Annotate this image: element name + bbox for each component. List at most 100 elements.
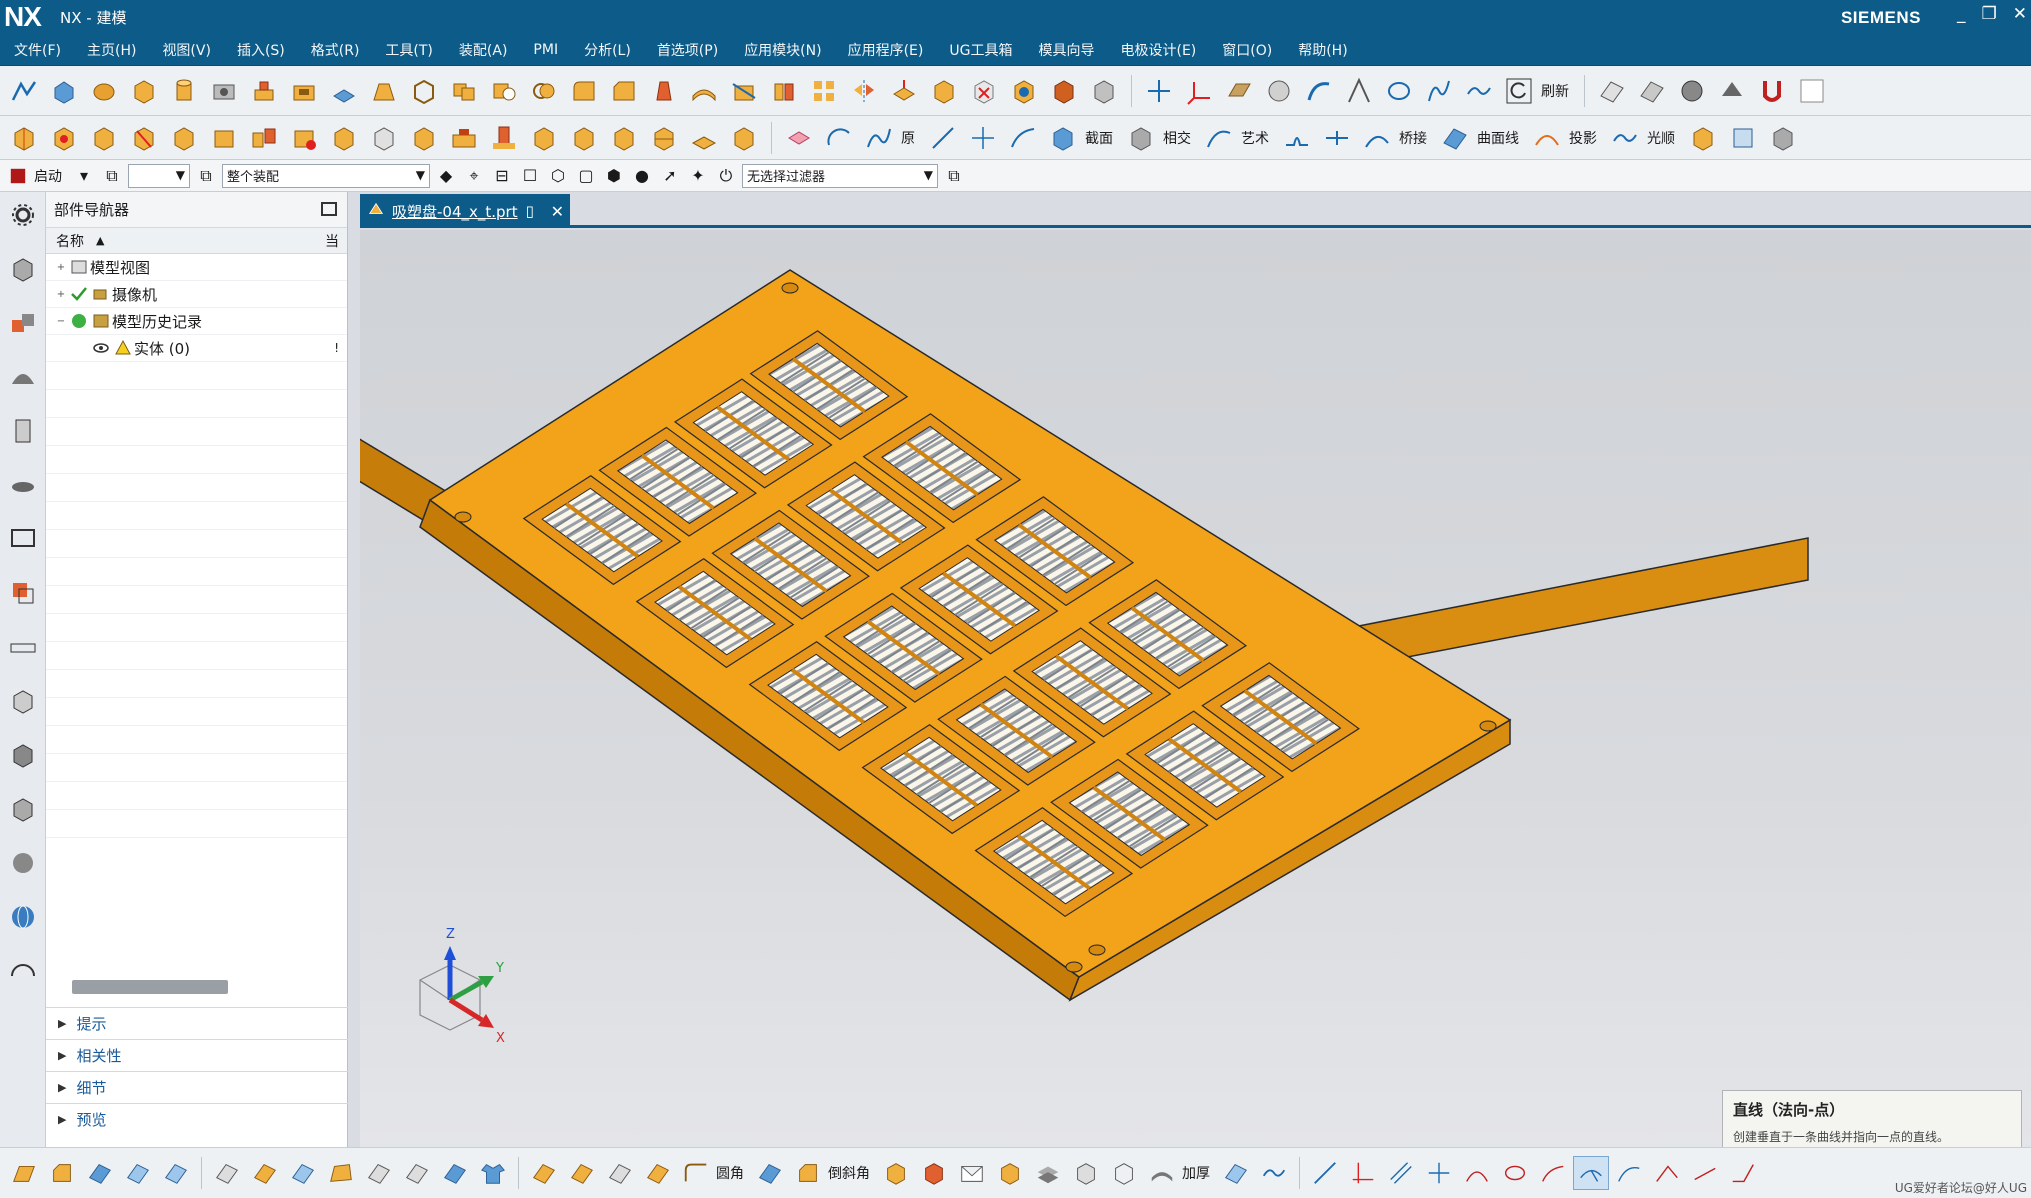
tree-node-model-history[interactable]: − 模型历史记录 xyxy=(46,308,347,335)
smooth-curve-icon[interactable] xyxy=(1607,121,1643,155)
type-filter-icon[interactable]: ⧉ xyxy=(194,164,218,188)
box-icon[interactable] xyxy=(878,1156,914,1190)
sheet-body-icon[interactable] xyxy=(916,1156,952,1190)
filter-icon[interactable]: ⌖ xyxy=(462,164,486,188)
untrim-icon[interactable] xyxy=(602,1156,638,1190)
assembly-cut-icon[interactable] xyxy=(1068,1156,1104,1190)
menu-format[interactable]: 格式(R) xyxy=(305,38,366,62)
intersect-curve-icon[interactable] xyxy=(1123,121,1159,155)
settings-gear-icon[interactable] xyxy=(8,200,38,234)
checkbox-icon[interactable]: ☐ xyxy=(518,164,542,188)
bridge-icon[interactable] xyxy=(1359,121,1395,155)
color-filter-icon[interactable]: ● xyxy=(630,164,654,188)
sort-ascending-icon[interactable]: ▲ xyxy=(96,234,104,247)
clearance-icon[interactable] xyxy=(286,121,322,155)
corner-icon[interactable] xyxy=(1725,1156,1761,1190)
helix-icon[interactable] xyxy=(1421,74,1457,108)
sweep-icon[interactable] xyxy=(1301,74,1337,108)
start-menu[interactable]: 启动 xyxy=(34,166,62,186)
globe-icon[interactable] xyxy=(1674,74,1710,108)
delete-face-icon[interactable] xyxy=(966,74,1002,108)
menu-window[interactable]: 窗口(O) xyxy=(1216,38,1278,62)
select-feature-icon[interactable]: ⬢ xyxy=(602,164,626,188)
snap-point-icon[interactable]: ◆ xyxy=(434,164,458,188)
magnet-icon[interactable] xyxy=(1754,74,1790,108)
synchronous-icon[interactable] xyxy=(1046,74,1082,108)
axis-line-icon[interactable] xyxy=(1345,1156,1381,1190)
reset-filter-icon[interactable]: ⧉ xyxy=(942,164,966,188)
section-hints[interactable]: ▶ 提示 xyxy=(46,1007,348,1039)
tube-icon[interactable] xyxy=(1341,74,1377,108)
thicken-face-icon[interactable] xyxy=(526,1156,562,1190)
menu-mold-wizard[interactable]: 模具向导 xyxy=(1032,38,1100,62)
subtract-icon[interactable] xyxy=(486,74,522,108)
tree-node-model-views[interactable]: + 模型视图 xyxy=(46,254,347,281)
shell-part-icon[interactable] xyxy=(566,121,602,155)
line-normal-point-icon[interactable] xyxy=(1573,1156,1609,1190)
extrude-icon[interactable] xyxy=(46,74,82,108)
column-current[interactable]: 当 xyxy=(325,231,339,251)
maximize-icon[interactable] xyxy=(321,202,337,216)
constraint-icon[interactable] xyxy=(126,121,162,155)
offset-face-icon[interactable] xyxy=(886,74,922,108)
project-curve-icon[interactable] xyxy=(1529,121,1565,155)
close-window-button[interactable]: ✕ xyxy=(2013,4,2027,24)
power-icon[interactable]: ⏻ xyxy=(714,164,738,188)
reference-set-icon[interactable] xyxy=(406,121,442,155)
column-header[interactable]: 名称 ▲ 当 xyxy=(46,228,347,254)
menu-application[interactable]: 应用模块(N) xyxy=(738,38,827,62)
sketch-icon[interactable] xyxy=(6,74,42,108)
chamfer-label[interactable]: 倒斜角 xyxy=(828,1163,870,1183)
assembly-navigator-icon[interactable] xyxy=(8,308,38,342)
restore-button[interactable]: ❐ xyxy=(1982,4,1997,24)
assembly-icon[interactable] xyxy=(6,121,42,155)
tree-node-cameras[interactable]: + 摄像机 xyxy=(46,281,347,308)
studio-spline-icon[interactable] xyxy=(1201,121,1237,155)
sheet-metal-icon[interactable] xyxy=(8,794,38,828)
intersect-label[interactable]: 相交 xyxy=(1163,128,1191,148)
select-mode-icon[interactable]: ⧉ xyxy=(100,164,124,188)
select-body-icon[interactable]: ▢ xyxy=(574,164,598,188)
section-preview[interactable]: ▶ 预览 xyxy=(46,1103,348,1135)
shirt-icon[interactable] xyxy=(475,1156,511,1190)
wave-icon[interactable] xyxy=(1256,1156,1292,1190)
thicken-label[interactable]: 加厚 xyxy=(1182,1163,1210,1183)
minimize-button[interactable]: _ xyxy=(1957,4,1966,24)
rib-icon[interactable] xyxy=(366,74,402,108)
wave-link-icon[interactable] xyxy=(206,121,242,155)
edge-blend-icon[interactable] xyxy=(6,1156,42,1190)
crosshair-line-icon[interactable] xyxy=(965,121,1001,155)
join-curve-icon[interactable] xyxy=(1319,121,1355,155)
sew-sheet-icon[interactable] xyxy=(564,1156,600,1190)
history-palette-icon[interactable] xyxy=(8,578,38,612)
perpendicular-line-icon[interactable] xyxy=(1421,1156,1457,1190)
info-icon[interactable] xyxy=(8,848,38,882)
thicken-icon[interactable] xyxy=(686,74,722,108)
datum-axis-icon[interactable] xyxy=(1141,74,1177,108)
face-blend-icon[interactable] xyxy=(82,1156,118,1190)
expand-toggle[interactable]: − xyxy=(54,316,68,327)
divide-face-icon[interactable] xyxy=(640,1156,676,1190)
electrode-icon[interactable] xyxy=(486,121,522,155)
normal-line-icon[interactable] xyxy=(1535,1156,1571,1190)
visibility-icon[interactable] xyxy=(90,338,112,358)
constraint-navigator-icon[interactable] xyxy=(8,362,38,396)
part-navigator-icon[interactable] xyxy=(8,254,38,288)
menu-preferences[interactable]: 首选项(P) xyxy=(651,38,724,62)
through-curves-icon[interactable] xyxy=(399,1156,435,1190)
explode-icon[interactable] xyxy=(246,121,282,155)
extract-curve-icon[interactable] xyxy=(1725,121,1761,155)
snap-icon[interactable]: ✦ xyxy=(686,164,710,188)
bevel-icon[interactable] xyxy=(790,1156,826,1190)
circle-icon[interactable] xyxy=(1497,1156,1533,1190)
globe-icon[interactable] xyxy=(8,902,38,936)
update-icon[interactable] xyxy=(726,121,762,155)
start-icon[interactable] xyxy=(6,164,30,188)
move-face-icon[interactable] xyxy=(926,74,962,108)
layers-icon[interactable] xyxy=(1030,1156,1066,1190)
pattern-icon[interactable] xyxy=(806,74,842,108)
split-body-icon[interactable] xyxy=(766,74,802,108)
web-browser-icon[interactable] xyxy=(8,524,38,558)
ruled-surface-icon[interactable] xyxy=(158,1156,194,1190)
wrap-curve-icon[interactable] xyxy=(1765,121,1801,155)
